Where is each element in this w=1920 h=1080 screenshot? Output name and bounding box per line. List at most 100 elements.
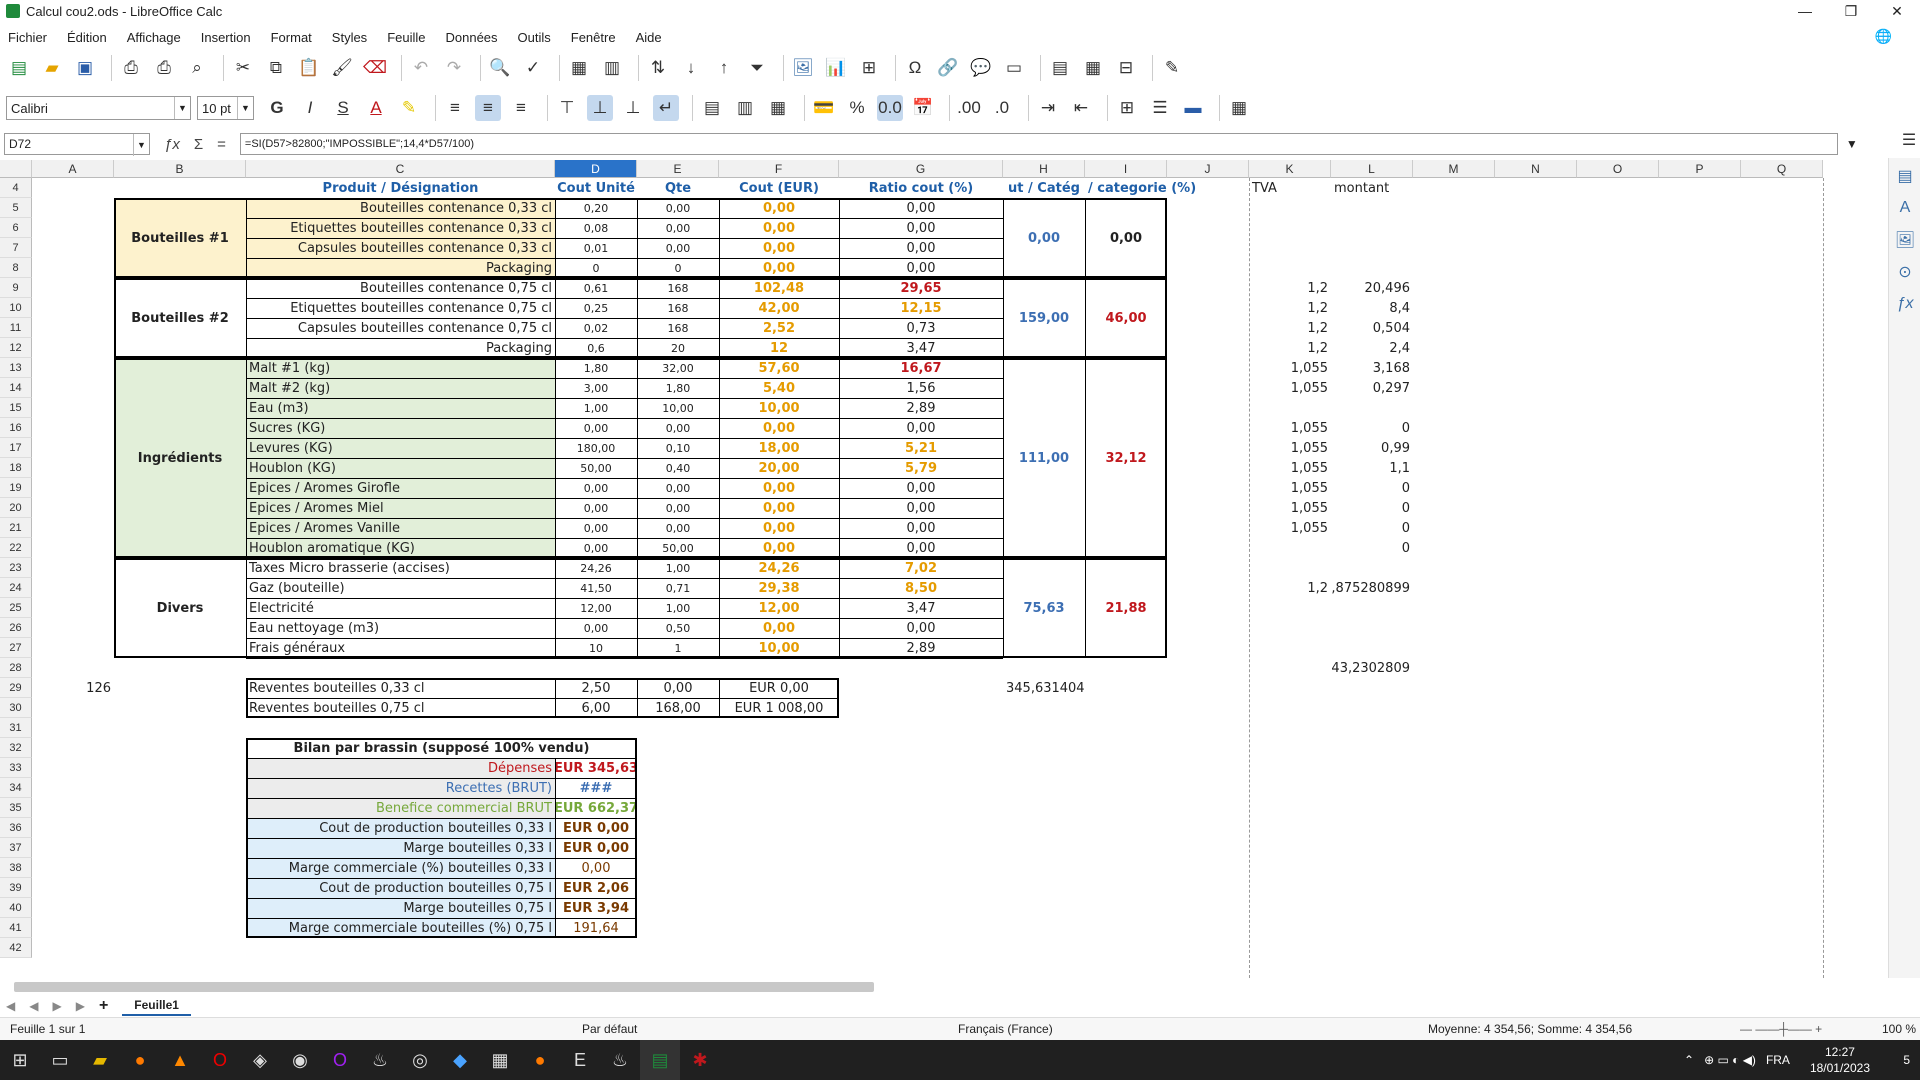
row-header[interactable]: 19 (0, 478, 32, 498)
font-size-select[interactable]: 10 pt ▼ (197, 96, 254, 120)
column-header-i[interactable]: I (1085, 160, 1167, 178)
item-tva[interactable] (1249, 618, 1331, 638)
expand-formula-icon[interactable]: ▼ (1846, 137, 1858, 151)
add-sheet-button[interactable]: + (99, 997, 108, 1015)
app3-icon[interactable]: ◆ (440, 1040, 480, 1080)
horizontal-scrollbar[interactable] (0, 978, 1860, 994)
properties-icon[interactable]: ▤ (1891, 162, 1919, 190)
cell-a29[interactable]: 126 (32, 678, 114, 698)
item-montant[interactable] (1331, 258, 1413, 278)
row-header[interactable]: 40 (0, 898, 32, 918)
merge-cells-icon[interactable]: ▥ (732, 95, 758, 121)
firefox-icon[interactable]: ● (120, 1040, 160, 1080)
row-header[interactable]: 15 (0, 398, 32, 418)
row-header[interactable]: 17 (0, 438, 32, 458)
percent-format-icon[interactable]: % (844, 95, 870, 121)
bold-icon[interactable]: G (264, 95, 290, 121)
align-left-icon[interactable]: ≡ (442, 95, 468, 121)
zoom-slider[interactable]: — ——┼—— + (1740, 1022, 1822, 1036)
header-ratio-categorie[interactable]: / categorie (%) (1085, 178, 1249, 198)
column-header-m[interactable]: M (1413, 160, 1495, 178)
align-center-icon[interactable]: ≡ (475, 95, 501, 121)
comment-icon[interactable]: 💬 (968, 55, 994, 81)
header-tva[interactable]: TVA (1249, 178, 1331, 198)
terminal-icon[interactable]: ▭ (40, 1040, 80, 1080)
column-header-f[interactable]: F (719, 160, 839, 178)
item-tva[interactable]: 1,2 (1249, 338, 1331, 358)
spreadsheet-grid[interactable]: A B C D E F G H I J K L M N O P Q 4 5 6 7 8 9 10 11 12 13 14 15 16 17 1… (0, 160, 1860, 978)
column-header-g[interactable]: G (839, 160, 1003, 178)
item-tva[interactable]: 1,055 (1249, 478, 1331, 498)
row-header[interactable]: 9 (0, 278, 32, 298)
tray-icons[interactable]: ⊕ ▭ ◐ ◀) (1704, 1053, 1756, 1067)
highlight-icon[interactable]: ✎ (396, 95, 422, 121)
currency-format-icon[interactable]: 💳 (811, 95, 837, 121)
item-montant[interactable]: 5,875280899 (1331, 578, 1413, 598)
item-tva[interactable] (1249, 238, 1331, 258)
insert-image-icon[interactable]: 🖼 (790, 55, 816, 81)
add-decimal-icon[interactable]: .00 (956, 95, 982, 121)
menu-affichage[interactable]: Affichage (127, 30, 181, 45)
align-bottom-icon[interactable]: ⊥ (620, 95, 646, 121)
row-header[interactable]: 31 (0, 718, 32, 738)
item-tva[interactable]: 1,055 (1249, 458, 1331, 478)
item-montant[interactable]: 0 (1331, 418, 1413, 438)
vlc-icon[interactable]: ▲ (160, 1040, 200, 1080)
menu-fichier[interactable]: Fichier (8, 30, 47, 45)
sidebar-menu-icon[interactable]: ☰ (1895, 126, 1920, 154)
row-header[interactable]: 26 (0, 618, 32, 638)
sum-icon[interactable]: Σ (194, 136, 203, 153)
border-style-icon[interactable]: ☰ (1147, 95, 1173, 121)
column-header-j[interactable]: J (1167, 160, 1249, 178)
epic-icon[interactable]: E (560, 1040, 600, 1080)
app-icon[interactable]: ◉ (280, 1040, 320, 1080)
gallery-icon[interactable]: 🖼 (1891, 226, 1919, 254)
spelling-icon[interactable]: ✓ (520, 55, 546, 81)
column-header-h[interactable]: H (1003, 160, 1085, 178)
autofilter-icon[interactable]: ⏷ (744, 55, 770, 81)
menu-fenetre[interactable]: Fenêtre (571, 30, 616, 45)
underline-icon[interactable]: S (330, 95, 356, 121)
sheet-tab-feuille1[interactable]: Feuille1 (122, 995, 191, 1016)
row-header[interactable]: 27 (0, 638, 32, 658)
row-header[interactable]: 35 (0, 798, 32, 818)
column-header-a[interactable]: A (32, 160, 114, 178)
row-header[interactable]: 6 (0, 218, 32, 238)
cell-l28[interactable]: 43,2302809 (1331, 658, 1413, 678)
sort-descending-icon[interactable]: ↑ (711, 55, 737, 81)
item-montant[interactable] (1331, 198, 1413, 218)
row-header[interactable]: 21 (0, 518, 32, 538)
header-footer-icon[interactable]: ▭ (1001, 55, 1027, 81)
column-header-p[interactable]: P (1659, 160, 1741, 178)
save-icon[interactable]: ▣ (72, 55, 98, 81)
menu-styles[interactable]: Styles (332, 30, 367, 45)
split-window-icon[interactable]: ⊟ (1113, 55, 1139, 81)
menu-format[interactable]: Format (271, 30, 312, 45)
row-header[interactable]: 37 (0, 838, 32, 858)
new-icon[interactable]: ▤ (6, 55, 32, 81)
item-tva[interactable]: 1,055 (1249, 518, 1331, 538)
decrease-indent-icon[interactable]: ⇤ (1068, 95, 1094, 121)
opera-gx-icon[interactable]: O (320, 1040, 360, 1080)
item-tva[interactable] (1249, 558, 1331, 578)
formula-input[interactable]: =SI(D57>82800;"IMPOSSIBLE";14,4*D57/100) (239, 133, 1838, 155)
item-montant[interactable]: 0 (1331, 538, 1413, 558)
pivot-table-icon[interactable]: ⊞ (856, 55, 882, 81)
maximize-button[interactable]: ❐ (1828, 0, 1874, 22)
item-tva[interactable]: 1,2 (1249, 278, 1331, 298)
row-header[interactable]: 38 (0, 858, 32, 878)
item-montant[interactable] (1331, 618, 1413, 638)
column-header-k[interactable]: K (1249, 160, 1331, 178)
freeze-icon[interactable]: ▦ (1080, 55, 1106, 81)
align-middle-icon[interactable]: ⊥ (587, 95, 613, 121)
item-tva[interactable]: 1,055 (1249, 438, 1331, 458)
games-icon[interactable]: ▦ (480, 1040, 520, 1080)
windows-start-icon[interactable]: ⊞ (0, 1040, 40, 1080)
prev-sheet-icon[interactable]: ◀ (29, 999, 38, 1013)
wolf-icon[interactable]: ◈ (240, 1040, 280, 1080)
row-header[interactable]: 8 (0, 258, 32, 278)
print-icon[interactable]: ⎙ (151, 55, 177, 81)
header-ratio[interactable]: Ratio cout (%) (839, 178, 1003, 198)
column-header-c[interactable]: C (246, 160, 555, 178)
next-sheet-icon[interactable]: ▶ (52, 999, 61, 1013)
